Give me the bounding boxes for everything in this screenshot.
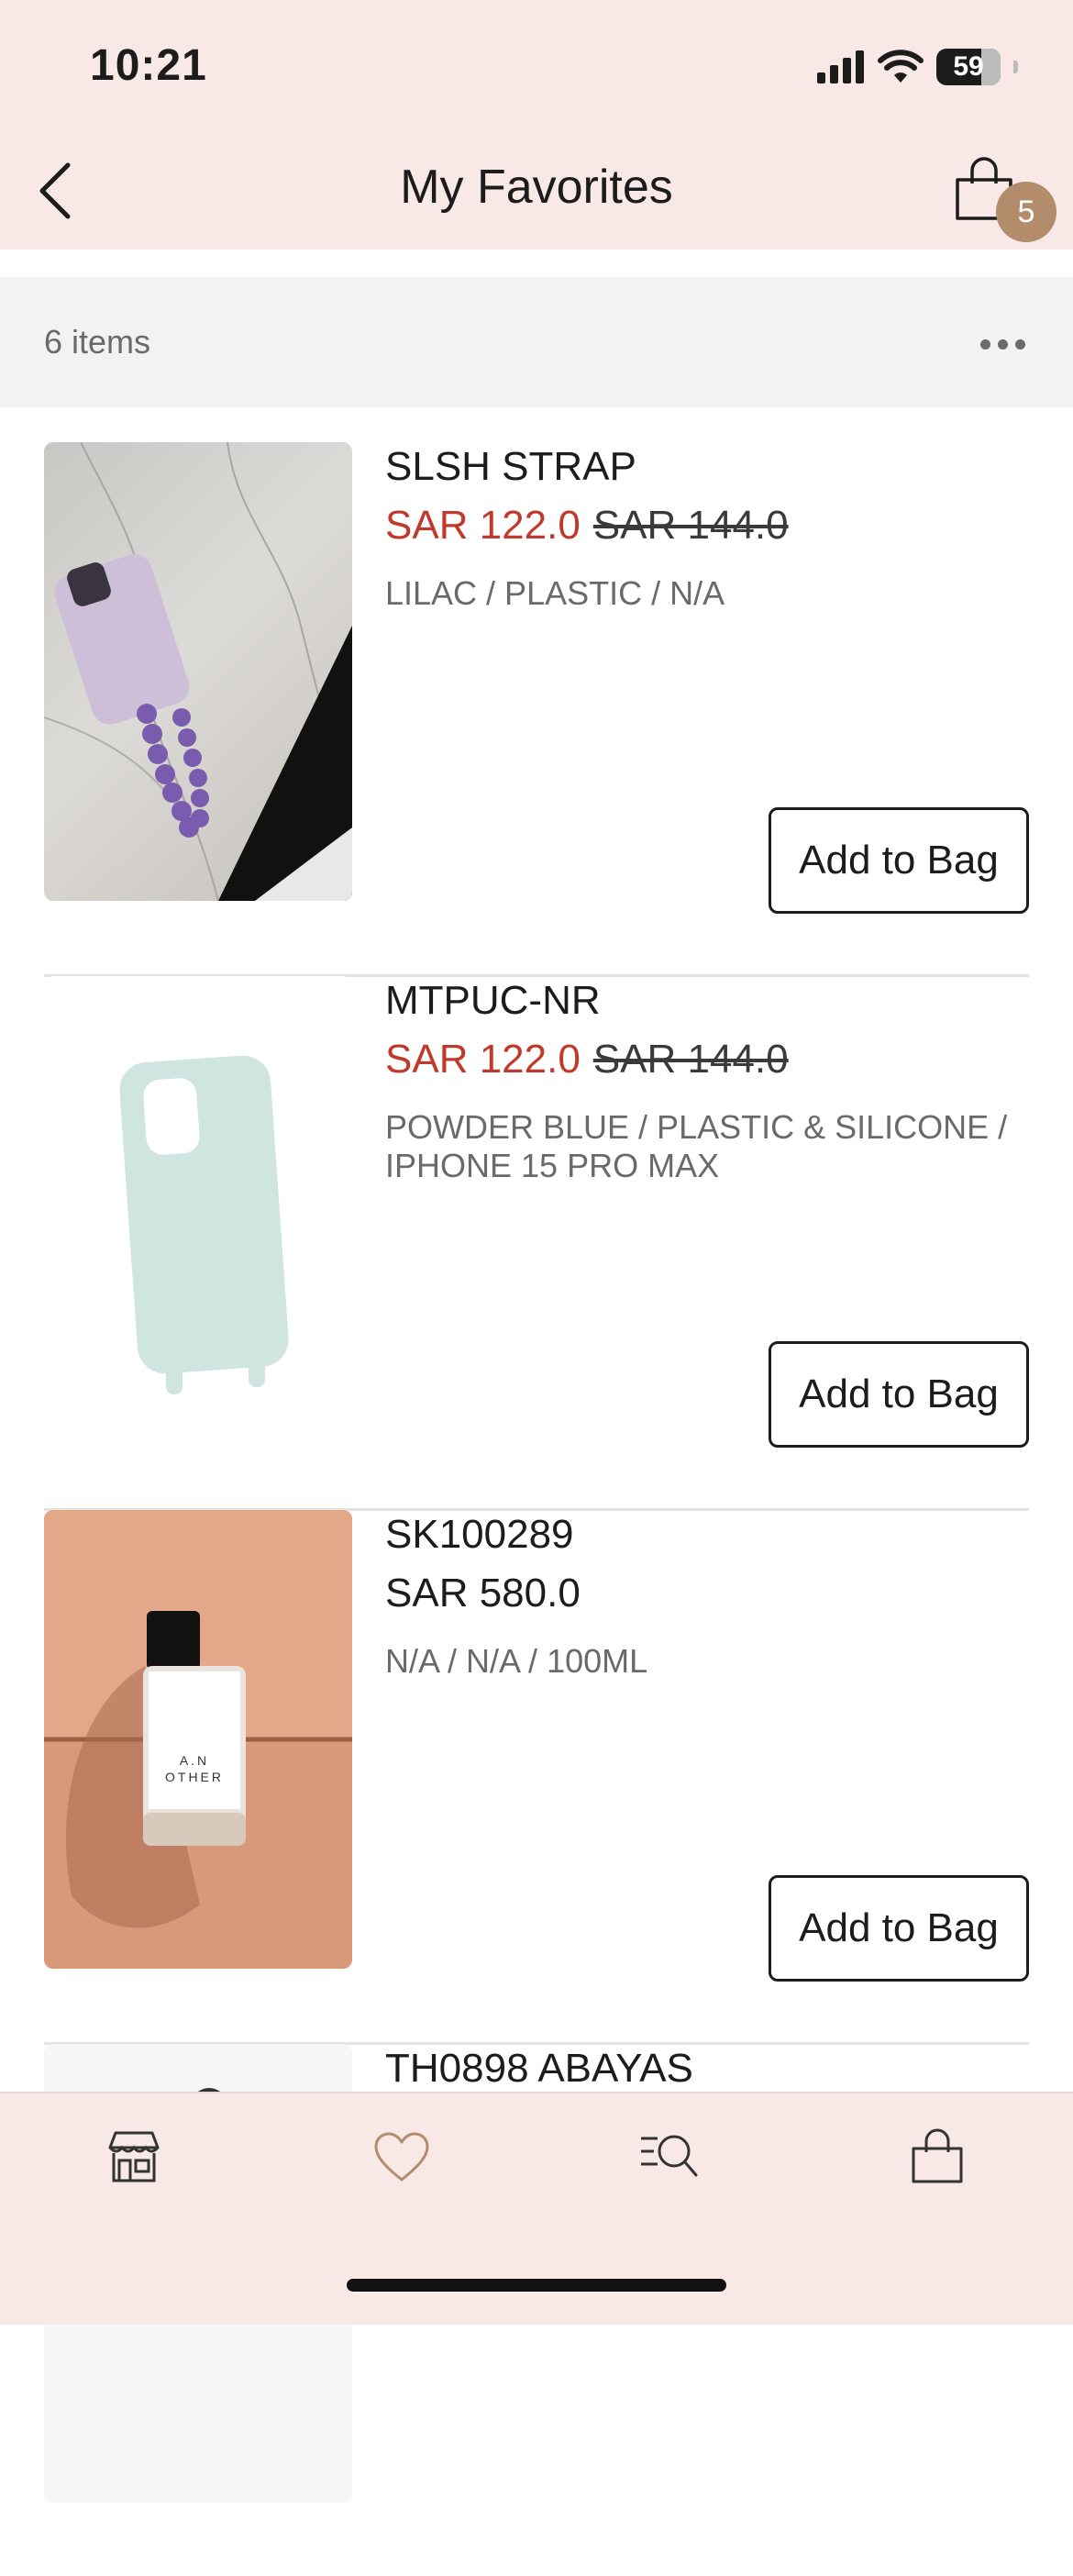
sale-price: SAR 122.0: [385, 503, 581, 548]
cellular-signal-icon: [817, 50, 864, 83]
wifi-icon: [878, 50, 924, 83]
perfume-label-text: A.N OTHER: [165, 1753, 224, 1784]
product-name[interactable]: TH0898 ABAYAS: [385, 2046, 693, 2092]
product-price: SAR 122.0 SAR 144.0: [385, 503, 789, 549]
battery-icon: 59: [936, 49, 1001, 85]
page-title: My Favorites: [400, 161, 673, 214]
product-image[interactable]: [44, 976, 352, 1435]
dot: [1014, 339, 1025, 350]
product-row[interactable]: SLSH STRAP SAR 122.0 SAR 144.0 LILAC / PL…: [44, 442, 1029, 977]
product-name[interactable]: SK100289: [385, 1512, 574, 1558]
product-variant: POWDER BLUE / PLASTIC & SILICONE / IPHON…: [385, 1108, 1008, 1184]
product-price: SAR 580.0: [385, 1571, 581, 1616]
tab-store[interactable]: [88, 2115, 180, 2198]
product-image[interactable]: [44, 442, 352, 901]
tab-search[interactable]: [624, 2115, 715, 2198]
cart-button[interactable]: 5: [945, 154, 1056, 246]
product-variant: N/A / N/A / 100ML: [385, 1642, 648, 1680]
original-price: SAR 144.0: [592, 503, 789, 548]
product-name[interactable]: MTPUC-NR: [385, 978, 601, 1024]
product-row[interactable]: MTPUC-NR SAR 122.0 SAR 144.0 POWDER BLUE …: [44, 976, 1029, 1511]
heart-icon: [374, 2132, 429, 2182]
store-icon: [108, 2131, 160, 2182]
battery-level: 59: [953, 51, 984, 82]
product-name[interactable]: SLSH STRAP: [385, 444, 636, 490]
tab-favorites[interactable]: [356, 2115, 448, 2198]
more-options-button[interactable]: [970, 321, 1034, 367]
product-price: SAR 122.0 SAR 144.0: [385, 1037, 789, 1083]
product-row[interactable]: A.N OTHER SK100289 SAR 580.0 N/A / N/A /…: [44, 1510, 1029, 2045]
items-toolbar: 6 items: [0, 277, 1073, 407]
add-to-bag-button[interactable]: Add to Bag: [769, 1341, 1029, 1448]
status-time: 10:21: [90, 41, 207, 90]
phone-case-image: [119, 1055, 289, 1394]
product-image[interactable]: A.N OTHER: [44, 1510, 352, 1969]
header: 10:21 59 My Favorites 5: [0, 0, 1073, 250]
original-price: SAR 144.0: [592, 1037, 789, 1082]
tab-bag[interactable]: [891, 2115, 983, 2198]
cart-count-badge: 5: [996, 182, 1056, 242]
dot: [997, 339, 1008, 350]
phone-strap-image: [44, 442, 352, 901]
status-icons: 59: [817, 44, 1018, 90]
product-variant: LILAC / PLASTIC / N/A: [385, 574, 725, 612]
bag-icon: [912, 2128, 963, 2183]
add-to-bag-button[interactable]: Add to Bag: [769, 1875, 1029, 1982]
dot: [979, 339, 990, 350]
price: SAR 580.0: [385, 1571, 581, 1616]
search-list-icon: [641, 2135, 698, 2177]
add-to-bag-button[interactable]: Add to Bag: [769, 807, 1029, 914]
sale-price: SAR 122.0: [385, 1037, 581, 1082]
items-count: 6 items: [44, 323, 151, 361]
home-indicator: [347, 2279, 726, 2292]
perfume-bottle-image: [44, 1510, 352, 1969]
